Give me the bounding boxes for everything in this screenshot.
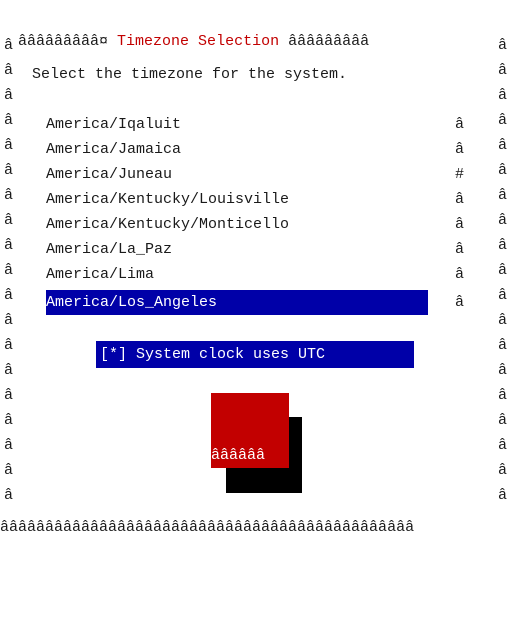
frame-glyph: â [498, 337, 508, 354]
frame-glyph: â [498, 37, 508, 54]
frame-glyph: â [4, 62, 14, 79]
scrollbar-track[interactable]: â [455, 212, 464, 237]
frame-glyph: â [498, 62, 508, 79]
frame-glyph: â [498, 137, 508, 154]
list-item-selected[interactable]: America/Los_Angeles [46, 290, 428, 315]
frame-glyph: â [4, 387, 14, 404]
list-item[interactable]: America/Lima [46, 262, 154, 287]
frame-glyph: â [498, 362, 508, 379]
dialog-title-bar: âââââââââ¤ Timezone Selection âââââââââ [0, 4, 369, 50]
frame-glyph: â [4, 312, 14, 329]
frame-glyph: â [4, 37, 14, 54]
dialog-bottom-border: ââââââââââââââââââââââââââââââââââââââââ… [0, 519, 415, 536]
frame-glyph: â [498, 112, 508, 129]
scrollbar-track[interactable]: â [455, 290, 464, 315]
frame-glyph: â [498, 212, 508, 229]
frame-glyph: â [4, 487, 14, 504]
frame-glyph: â [4, 87, 14, 104]
list-item[interactable]: America/Kentucky/Monticello [46, 212, 289, 237]
ok-button-border-bottom: ââââââ [211, 597, 266, 614]
frame-glyph: â [4, 212, 14, 229]
ok-button[interactable]: ââââââ â OK â ââââââ [211, 393, 289, 614]
title-border-left: âââââââââ¤ [18, 33, 109, 50]
frame-glyph: â [498, 312, 508, 329]
scrollbar-track[interactable]: â [455, 187, 464, 212]
frame-glyph: â [498, 462, 508, 479]
frame-glyph: â [498, 487, 508, 504]
frame-glyph: â [498, 237, 508, 254]
frame-glyph: â [498, 437, 508, 454]
scrollbar-thumb[interactable]: # [455, 162, 464, 187]
frame-glyph: â [498, 262, 508, 279]
list-item[interactable]: America/Kentucky/Louisville [46, 187, 289, 212]
list-item[interactable]: America/Juneau [46, 162, 172, 187]
frame-glyph: â [4, 162, 14, 179]
dialog-prompt: Select the timezone for the system. [32, 66, 348, 83]
frame-glyph: â [498, 412, 508, 429]
scrollbar-track[interactable]: â [455, 137, 464, 162]
frame-glyph: â [4, 412, 14, 429]
frame-glyph: â [4, 337, 14, 354]
frame-glyph: â [498, 287, 508, 304]
ok-button-border-top: ââââââ [211, 447, 266, 464]
dialog-title: Timezone Selection [117, 33, 280, 50]
list-item[interactable]: America/Iqaluit [46, 112, 181, 137]
frame-glyph: â [498, 187, 508, 204]
frame-glyph: â [4, 262, 14, 279]
list-item[interactable]: America/Jamaica [46, 137, 181, 162]
frame-glyph: â [4, 237, 14, 254]
frame-glyph: â [498, 387, 508, 404]
scrollbar-track[interactable]: â [455, 262, 464, 287]
list-item[interactable]: America/La_Paz [46, 237, 172, 262]
frame-glyph: â [4, 137, 14, 154]
frame-glyph: â [4, 437, 14, 454]
utc-clock-checkbox[interactable]: [*] System clock uses UTC [96, 341, 414, 368]
frame-glyph: â [4, 362, 14, 379]
frame-glyph: â [498, 162, 508, 179]
frame-glyph: â [4, 112, 14, 129]
frame-glyph: â [498, 87, 508, 104]
frame-glyph: â [4, 287, 14, 304]
scrollbar-track[interactable]: â [455, 237, 464, 262]
frame-glyph: â [4, 187, 14, 204]
title-border-right: âââââââââ [288, 33, 370, 50]
frame-glyph: â [4, 462, 14, 479]
scrollbar-track[interactable]: â [455, 112, 464, 137]
